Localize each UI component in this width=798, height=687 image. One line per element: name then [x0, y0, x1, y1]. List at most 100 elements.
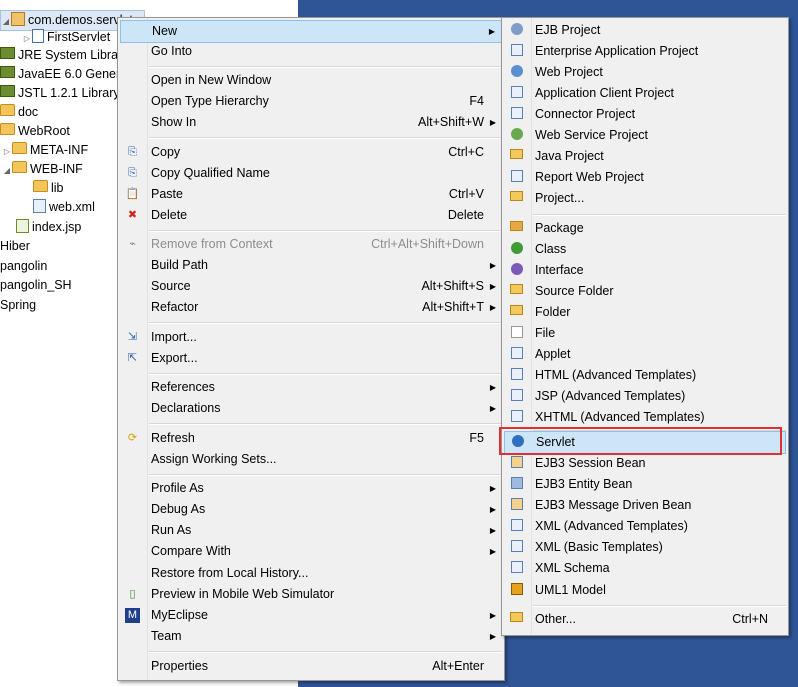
submenu-item-java-project[interactable]: Java Project: [504, 146, 786, 167]
folder-icon: [0, 123, 15, 135]
tree-item-jstl[interactable]: JSTL 1.2.1 Library: [0, 84, 120, 103]
menu-item-assign-working-sets[interactable]: Assign Working Sets...: [120, 449, 502, 470]
tree-item-doc[interactable]: doc: [0, 103, 38, 122]
html-file-icon: [509, 368, 524, 383]
menu-item-paste[interactable]: 📋 Paste Ctrl+V: [120, 184, 502, 205]
menu-item-references[interactable]: References ▶: [120, 377, 502, 398]
tree-item-lib[interactable]: lib: [33, 179, 64, 198]
tree-item-spring[interactable]: Spring: [0, 296, 36, 315]
source-folder-icon: [509, 284, 524, 299]
menu-item-go-into[interactable]: Go Into: [120, 41, 502, 62]
wizard-icon: [509, 612, 524, 627]
submenu-arrow-icon: ▶: [489, 303, 496, 312]
tree-item-web-inf[interactable]: ◢ WEB-INF: [2, 160, 83, 179]
menu-item-source[interactable]: Source Alt+Shift+S ▶: [120, 276, 502, 297]
schema-icon: [509, 561, 524, 576]
tree-item-pangolin-sh[interactable]: pangolin_SH: [0, 276, 72, 295]
folder-icon: [509, 305, 524, 320]
copy-icon: ⎘: [128, 146, 137, 158]
submenu-item-xml-schema[interactable]: XML Schema: [504, 558, 786, 579]
mobile-simulator-icon: ▯: [129, 588, 136, 600]
submenu-item-ejb-project[interactable]: EJB Project: [504, 20, 786, 41]
menu-item-show-in[interactable]: Show In Alt+Shift+W ▶: [120, 112, 502, 133]
submenu-arrow-icon: ▶: [489, 547, 496, 556]
session-bean-icon: [509, 456, 524, 471]
submenu-item-project[interactable]: Project...: [504, 188, 786, 209]
menu-item-team[interactable]: Team ▶: [120, 626, 502, 647]
submenu-item-interface[interactable]: Interface: [504, 260, 786, 281]
file-icon: [509, 326, 524, 341]
entity-bean-icon: [509, 477, 524, 492]
menu-item-open-new-window[interactable]: Open in New Window: [120, 70, 502, 91]
submenu-item-ejb3-entity[interactable]: EJB3 Entity Bean: [504, 474, 786, 495]
submenu-item-xml-basic[interactable]: XML (Basic Templates): [504, 537, 786, 558]
menu-item-debug-as[interactable]: Debug As ▶: [120, 499, 502, 520]
submenu-item-file[interactable]: File: [504, 323, 786, 344]
report-web-project-icon: [509, 170, 524, 185]
menu-item-compare-with[interactable]: Compare With ▶: [120, 541, 502, 562]
new-submenu[interactable]: EJB Project Enterprise Application Proje…: [501, 17, 789, 636]
copy-qualified-icon: ⎘: [128, 167, 137, 179]
menu-item-preview-mobile[interactable]: ▯ Preview in Mobile Web Simulator: [120, 584, 502, 605]
interface-icon: [509, 263, 524, 278]
submenu-item-connector-project[interactable]: Connector Project: [504, 104, 786, 125]
submenu-item-web-project[interactable]: Web Project: [504, 62, 786, 83]
menu-item-properties[interactable]: Properties Alt+Enter: [120, 656, 502, 677]
menu-item-refresh[interactable]: ⟳ Refresh F5: [120, 428, 502, 449]
project-icon: [509, 191, 524, 206]
tree-item-jre[interactable]: JRE System Library: [0, 46, 128, 65]
submenu-item-web-service-project[interactable]: Web Service Project: [504, 125, 786, 146]
submenu-item-ejb3-mdb[interactable]: EJB3 Message Driven Bean: [504, 495, 786, 516]
tree-item-webroot[interactable]: WebRoot: [0, 122, 70, 141]
submenu-arrow-icon: ▶: [489, 404, 496, 413]
submenu-item-source-folder[interactable]: Source Folder: [504, 281, 786, 302]
submenu-item-jsp-adv[interactable]: JSP (Advanced Templates): [504, 386, 786, 407]
delete-icon: ✖: [127, 209, 138, 221]
submenu-arrow-icon: ▶: [489, 526, 496, 535]
menu-item-import[interactable]: ⇲ Import...: [120, 327, 502, 348]
menu-item-run-as[interactable]: Run As ▶: [120, 520, 502, 541]
applet-icon: [509, 347, 524, 362]
menu-item-delete[interactable]: ✖ Delete Delete: [120, 205, 502, 226]
submenu-item-applet[interactable]: Applet: [504, 344, 786, 365]
submenu-item-ejb3-session[interactable]: EJB3 Session Bean: [504, 453, 786, 474]
app-client-project-icon: [509, 86, 524, 101]
submenu-item-other[interactable]: Other... Ctrl+N: [504, 609, 786, 630]
submenu-item-package[interactable]: Package: [504, 218, 786, 239]
submenu-item-xml-adv[interactable]: XML (Advanced Templates): [504, 516, 786, 537]
menu-item-remove-context[interactable]: ⌁ Remove from Context Ctrl+Alt+Shift+Down: [120, 234, 502, 255]
submenu-item-html-adv[interactable]: HTML (Advanced Templates): [504, 365, 786, 386]
menu-item-build-path[interactable]: Build Path ▶: [120, 255, 502, 276]
submenu-item-xhtml-adv[interactable]: XHTML (Advanced Templates): [504, 407, 786, 428]
export-icon: ⇱: [127, 352, 138, 364]
package-icon: [509, 221, 524, 236]
tree-item-hiber[interactable]: Hiber: [0, 237, 30, 256]
menu-item-export[interactable]: ⇱ Export...: [120, 348, 502, 369]
tree-item-index-jsp[interactable]: index.jsp: [16, 218, 81, 237]
menu-item-myeclipse[interactable]: M MyEclipse ▶: [120, 605, 502, 626]
tree-item-javaee[interactable]: JavaEE 6.0 Generic: [0, 65, 129, 84]
tree-item-meta-inf[interactable]: ▷ META-INF: [2, 141, 88, 160]
context-menu[interactable]: New ▶ Go Into Open in New Window Open Typ…: [117, 17, 505, 681]
menu-item-declarations[interactable]: Declarations ▶: [120, 398, 502, 419]
menu-item-profile-as[interactable]: Profile As ▶: [120, 478, 502, 499]
jsp-file-icon: [509, 389, 524, 404]
submenu-item-uml1[interactable]: UML1 Model: [504, 580, 786, 601]
menu-item-restore-local-history[interactable]: Restore from Local History...: [120, 563, 502, 584]
folder-icon: [12, 142, 27, 154]
tree-item-firstservlet[interactable]: ▷ FirstServlet: [22, 28, 110, 47]
submenu-item-class[interactable]: Class: [504, 239, 786, 260]
tree-item-web-xml[interactable]: web.xml: [33, 198, 95, 217]
menu-item-new[interactable]: New ▶: [120, 20, 502, 43]
menu-item-copy[interactable]: ⎘ Copy Ctrl+C: [120, 142, 502, 163]
submenu-arrow-icon: ▶: [489, 118, 496, 127]
submenu-item-report-web-project[interactable]: Report Web Project: [504, 167, 786, 188]
submenu-item-enterprise-app-project[interactable]: Enterprise Application Project: [504, 41, 786, 62]
menu-item-copy-qualified[interactable]: ⎘ Copy Qualified Name: [120, 163, 502, 184]
tree-item-pangolin[interactable]: pangolin: [0, 257, 47, 276]
menu-item-open-type-hierarchy[interactable]: Open Type Hierarchy F4: [120, 91, 502, 112]
web-project-icon: [509, 65, 524, 80]
menu-item-refactor[interactable]: Refactor Alt+Shift+T ▶: [120, 297, 502, 318]
submenu-item-folder[interactable]: Folder: [504, 302, 786, 323]
submenu-item-app-client-project[interactable]: Application Client Project: [504, 83, 786, 104]
